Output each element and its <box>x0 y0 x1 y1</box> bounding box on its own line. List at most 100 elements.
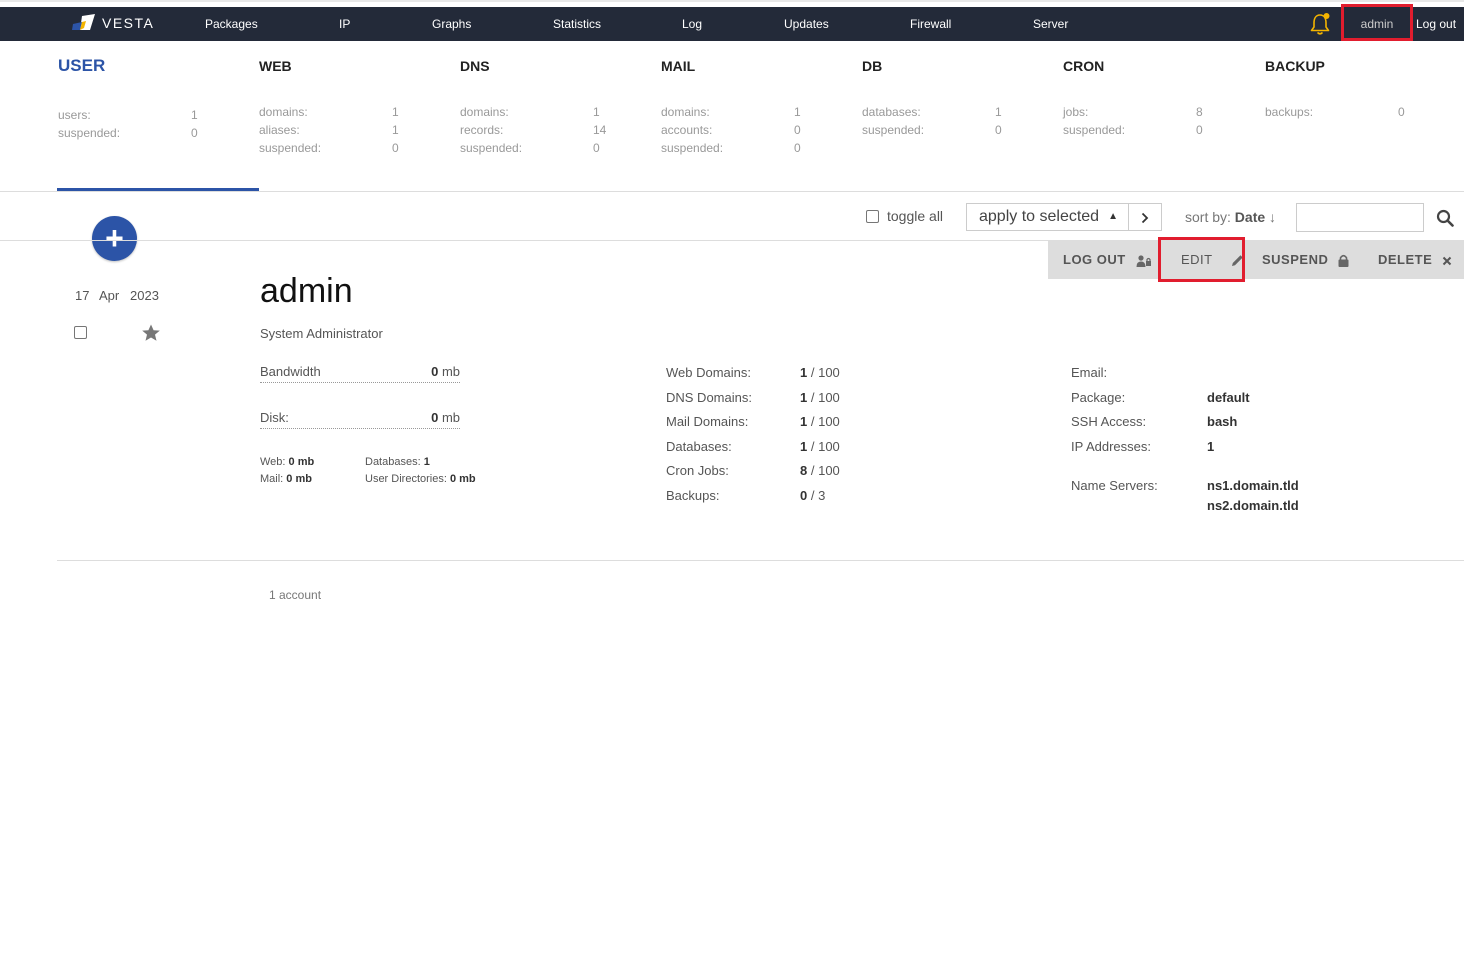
stat-title: DB <box>862 58 883 74</box>
lock-icon <box>1338 254 1349 268</box>
vesta-logo-icon <box>72 14 95 30</box>
info-ns2-value: ns2.domain.tld <box>1207 498 1299 513</box>
nav-graphs[interactable]: Graphs <box>432 7 471 41</box>
apply-go-button[interactable] <box>1128 203 1162 231</box>
logo-text: VESTA <box>102 15 155 31</box>
info-ip-value: 1 <box>1207 439 1215 454</box>
divider <box>57 560 1464 561</box>
stat-title: BACKUP <box>1265 58 1325 74</box>
chevron-right-icon <box>1141 213 1149 224</box>
select-arrows-icon: ▲ <box>1108 211 1118 222</box>
stat-title: DNS <box>460 58 490 74</box>
stat-backup[interactable]: BACKUP backups: 0 <box>1265 56 1464 119</box>
sort-value: Date <box>1234 209 1266 225</box>
stat-row: aliases: 1 <box>259 123 399 137</box>
vesta-logo[interactable]: VESTA <box>72 14 154 32</box>
stat-row: domains: 1 <box>661 105 801 119</box>
web-usage: Web: 0 mb <box>260 456 315 468</box>
toggle-all[interactable]: toggle all <box>866 208 943 224</box>
nav-ip[interactable]: IP <box>339 7 350 41</box>
info-email-label: Email: <box>1071 365 1108 380</box>
toggle-all-checkbox[interactable] <box>866 209 879 223</box>
row-checkbox[interactable] <box>74 326 87 339</box>
sort-direction: ↓ <box>1269 209 1277 225</box>
star-icon[interactable] <box>141 323 161 343</box>
strip-line <box>0 0 1464 2</box>
stat-row: backups: 0 <box>1265 105 1405 119</box>
stat-cron[interactable]: CRON jobs: 8 suspended: 0 <box>1063 56 1263 137</box>
limit-web-domains: Web Domains: <box>666 365 752 380</box>
logout-as-button[interactable]: LOG OUT <box>1063 241 1152 279</box>
stat-row: suspended: 0 <box>661 141 801 155</box>
userdirs-usage: User Directories: 0 mb <box>365 473 476 485</box>
stat-dns[interactable]: DNS domains: 1 records: 14 suspended: 0 <box>460 56 660 155</box>
info-ns-label: Name Servers: <box>1071 478 1158 493</box>
limit-mail-domains: Mail Domains: <box>666 414 749 429</box>
suspend-button[interactable]: SUSPEND <box>1262 241 1349 279</box>
stat-row: suspended: 0 <box>259 141 399 155</box>
nav-firewall[interactable]: Firewall <box>910 7 951 41</box>
search-icon[interactable] <box>1436 209 1454 227</box>
stat-row: suspended: 0 <box>460 141 600 155</box>
date-year: 2023 <box>130 288 159 303</box>
stat-row: domains: 1 <box>259 105 399 119</box>
close-icon <box>1443 256 1452 265</box>
stat-row: jobs: 8 <box>1063 105 1203 119</box>
stat-row: users: 1 <box>58 108 198 122</box>
sort-by[interactable]: sort by: Date ↓ <box>1185 209 1276 225</box>
info-package-value: default <box>1207 390 1250 405</box>
browser-top-strip <box>0 0 1464 7</box>
top-logout-link[interactable]: Log out <box>1416 7 1456 41</box>
stat-row: accounts: 0 <box>661 123 801 137</box>
info-ip-label: IP Addresses: <box>1071 439 1151 454</box>
stat-row: databases: 1 <box>862 105 1002 119</box>
stat-row: domains: 1 <box>460 105 600 119</box>
divider <box>0 191 1464 192</box>
date-month: Apr <box>99 288 120 303</box>
top-navbar: VESTA Packages IP Graphs Statistics Log … <box>0 7 1464 41</box>
stat-title: MAIL <box>661 58 696 74</box>
stat-web[interactable]: WEB domains: 1 aliases: 1 suspended: 0 <box>259 56 459 155</box>
notification-bell-icon[interactable] <box>1309 12 1331 36</box>
bulk-action-select[interactable]: apply to selected ▲ <box>966 203 1128 231</box>
stat-row: suspended: 0 <box>862 123 1002 137</box>
row-actions-bar: LOG OUT EDIT SUSPEND DELETE <box>1048 241 1464 279</box>
nav-updates[interactable]: Updates <box>784 7 829 41</box>
bandwidth-bar: Bandwidth 0 mb <box>260 364 460 383</box>
add-user-button[interactable]: + <box>92 216 137 261</box>
pencil-icon <box>1231 255 1243 267</box>
stat-row: suspended: 0 <box>58 126 198 140</box>
nav-server[interactable]: Server <box>1033 7 1068 41</box>
edit-button[interactable]: EDIT <box>1181 241 1244 279</box>
date-day: 17 <box>75 288 90 303</box>
mail-usage: Mail: 0 mb <box>260 473 312 485</box>
account-count: 1 account <box>269 588 322 602</box>
stat-mail[interactable]: MAIL domains: 1 accounts: 0 suspended: 0 <box>661 56 861 155</box>
delete-button[interactable]: DELETE <box>1378 241 1452 279</box>
full-name: System Administrator <box>260 326 383 341</box>
limit-backups: Backups: <box>666 488 720 503</box>
nav-statistics[interactable]: Statistics <box>553 7 601 41</box>
nav-log[interactable]: Log <box>682 7 702 41</box>
limit-dns-domains: DNS Domains: <box>666 390 752 405</box>
info-ns1-value: ns1.domain.tld <box>1207 478 1299 493</box>
disk-bar: Disk: 0 mb <box>260 410 460 429</box>
toggle-all-label: toggle all <box>887 208 944 224</box>
stat-row: suspended: 0 <box>1063 123 1203 137</box>
stat-user[interactable]: USER users: 1 suspended: 0 <box>58 56 258 140</box>
nav-packages[interactable]: Packages <box>205 7 258 41</box>
databases-usage: Databases: 1 <box>365 456 430 468</box>
stat-db[interactable]: DB databases: 1 suspended: 0 <box>862 56 1062 137</box>
limit-databases: Databases: <box>666 439 732 454</box>
info-ssh-value: bash <box>1207 414 1238 429</box>
stat-title: CRON <box>1063 58 1105 74</box>
username-title[interactable]: admin <box>260 272 353 311</box>
stat-row: records: 14 <box>460 123 607 137</box>
info-ssh-label: SSH Access: <box>1071 414 1147 429</box>
info-package-label: Package: <box>1071 390 1126 405</box>
search-input[interactable] <box>1296 203 1424 232</box>
limit-cron-jobs: Cron Jobs: <box>666 463 729 478</box>
stat-title: USER <box>58 56 106 75</box>
current-user-link[interactable]: admin <box>1344 7 1410 41</box>
stat-title: WEB <box>259 58 292 74</box>
